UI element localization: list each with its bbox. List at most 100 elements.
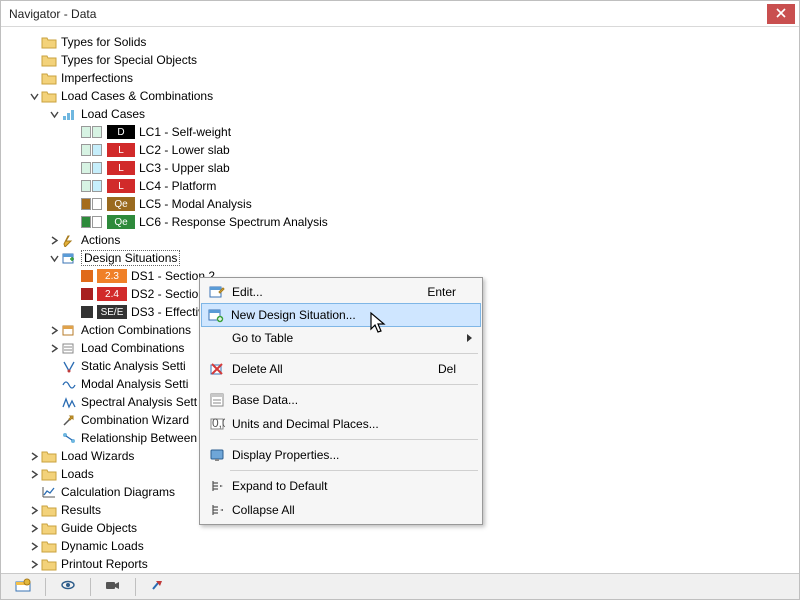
ds-tag: SE/E [97, 305, 127, 319]
folder-icon [41, 467, 57, 481]
edit-icon [206, 282, 228, 302]
lc-badge: Qe [107, 197, 135, 211]
tree-label: Action Combinations [81, 323, 191, 337]
menu-separator [230, 353, 478, 354]
lc-swatch [81, 216, 103, 228]
folder-icon [41, 35, 57, 49]
menu-delete-all[interactable]: Delete All Del [202, 357, 480, 381]
ds-tag: 2.3 [97, 269, 127, 283]
load-case-item[interactable]: QeLC6 - Response Spectrum Analysis [7, 213, 793, 231]
chevron-down-icon[interactable] [47, 251, 61, 265]
tree-design-situations[interactable]: Design Situations [7, 249, 793, 267]
base-data-icon [206, 390, 228, 410]
tree-label: Load Cases [81, 107, 145, 121]
node-icon [61, 323, 77, 337]
titlebar: Navigator - Data [1, 1, 799, 27]
menu-edit[interactable]: Edit... Enter [202, 280, 480, 304]
tree-load-cases[interactable]: Load Cases [7, 105, 793, 123]
tree-imperfections[interactable]: Imperfections [7, 69, 793, 87]
ds-tag: 2.4 [97, 287, 127, 301]
tree-load-cases-combinations[interactable]: Load Cases & Combinations [7, 87, 793, 105]
menu-display-properties[interactable]: Display Properties... [202, 443, 480, 467]
chevron-right-icon[interactable] [27, 467, 41, 481]
menu-base-data[interactable]: Base Data... [202, 388, 480, 412]
tree-label: Load Combinations [81, 341, 184, 355]
node-icon [61, 251, 77, 265]
tree-dynamic-loads[interactable]: Dynamic Loads [7, 537, 793, 555]
tree-label: LC3 - Upper slab [139, 161, 230, 175]
node-icon [61, 233, 77, 247]
tree-types-solids[interactable]: Types for Solids [7, 33, 793, 51]
lc-swatch [81, 126, 103, 138]
tree-label: Types for Solids [61, 35, 146, 49]
svg-text:0,00: 0,00 [212, 416, 225, 430]
menu-expand-default[interactable]: Expand to Default [202, 474, 480, 498]
units-icon: 0,00 [206, 414, 228, 434]
tree-label: LC4 - Platform [139, 179, 216, 193]
chevron-right-icon[interactable] [27, 449, 41, 463]
eye-icon [60, 578, 76, 595]
chevron-right-icon[interactable] [47, 233, 61, 247]
tree-label: Guide Objects [61, 521, 137, 535]
tree-label: Load Wizards [61, 449, 134, 463]
context-menu[interactable]: Edit... Enter New Design Situation... Go… [199, 277, 483, 525]
tree-label: Dynamic Loads [61, 539, 144, 553]
tab-data-button[interactable] [7, 576, 39, 598]
folder-icon [41, 449, 57, 463]
tree-label: LC1 - Self-weight [139, 125, 231, 139]
chevron-down-icon[interactable] [27, 89, 41, 103]
load-case-item[interactable]: LLC4 - Platform [7, 177, 793, 195]
tree-label: Results [61, 503, 101, 517]
lc-swatch [81, 180, 103, 192]
load-case-item[interactable]: L LC3 - Upper slab [7, 159, 793, 177]
lc-swatch [81, 144, 103, 156]
menu-units[interactable]: 0,00 Units and Decimal Places... [202, 412, 480, 436]
load-case-item[interactable]: DLC1 - Self-weight [7, 123, 793, 141]
tree-label: Static Analysis Setti [81, 359, 186, 373]
lc-badge: L [107, 161, 135, 175]
menu-collapse-all[interactable]: Collapse All [202, 498, 480, 522]
chevron-down-icon[interactable] [47, 107, 61, 121]
camera-icon [105, 578, 121, 595]
tree-printout-reports[interactable]: Printout Reports [7, 555, 793, 571]
close-button[interactable] [767, 4, 795, 24]
chevron-right-icon[interactable] [47, 323, 61, 337]
folder-icon [41, 89, 57, 103]
tree-label: Printout Reports [61, 557, 148, 571]
menu-go-to-table[interactable]: Go to Table [202, 326, 480, 350]
lc-swatch [81, 162, 103, 174]
chevron-right-icon[interactable] [27, 557, 41, 571]
tab-results-button[interactable] [142, 576, 174, 598]
delete-icon [206, 359, 228, 379]
window-title: Navigator - Data [9, 7, 767, 21]
content-area: Types for Solids Types for Special Object… [1, 27, 799, 599]
load-case-item[interactable]: LLC2 - Lower slab [7, 141, 793, 159]
menu-new-design-situation[interactable]: New Design Situation... [201, 303, 481, 327]
chevron-right-icon[interactable] [27, 521, 41, 535]
tree-label: LC6 - Response Spectrum Analysis [139, 215, 328, 229]
tree-types-special[interactable]: Types for Special Objects [7, 51, 793, 69]
load-case-item[interactable]: QeLC5 - Modal Analysis [7, 195, 793, 213]
folder-icon [41, 557, 57, 571]
folder-icon [41, 521, 57, 535]
arrow-icon [150, 578, 166, 595]
chevron-right-icon[interactable] [27, 539, 41, 553]
tree-label: Modal Analysis Setti [81, 377, 188, 391]
ds-swatch [81, 288, 93, 300]
ds-swatch [81, 270, 93, 282]
tree-label: Loads [61, 467, 94, 481]
data-icon [15, 578, 31, 595]
node-icon [61, 413, 77, 427]
new-icon [205, 305, 227, 325]
expand-icon [206, 476, 228, 496]
tree-label: Types for Special Objects [61, 53, 197, 67]
folder-icon [41, 503, 57, 517]
chevron-right-icon[interactable] [27, 503, 41, 517]
tree-actions[interactable]: Actions [7, 231, 793, 249]
chevron-right-icon[interactable] [47, 341, 61, 355]
node-icon [61, 377, 77, 391]
tab-views-button[interactable] [97, 576, 129, 598]
bottom-toolbar [1, 573, 799, 599]
tab-display-button[interactable] [52, 576, 84, 598]
menu-separator [230, 470, 478, 471]
